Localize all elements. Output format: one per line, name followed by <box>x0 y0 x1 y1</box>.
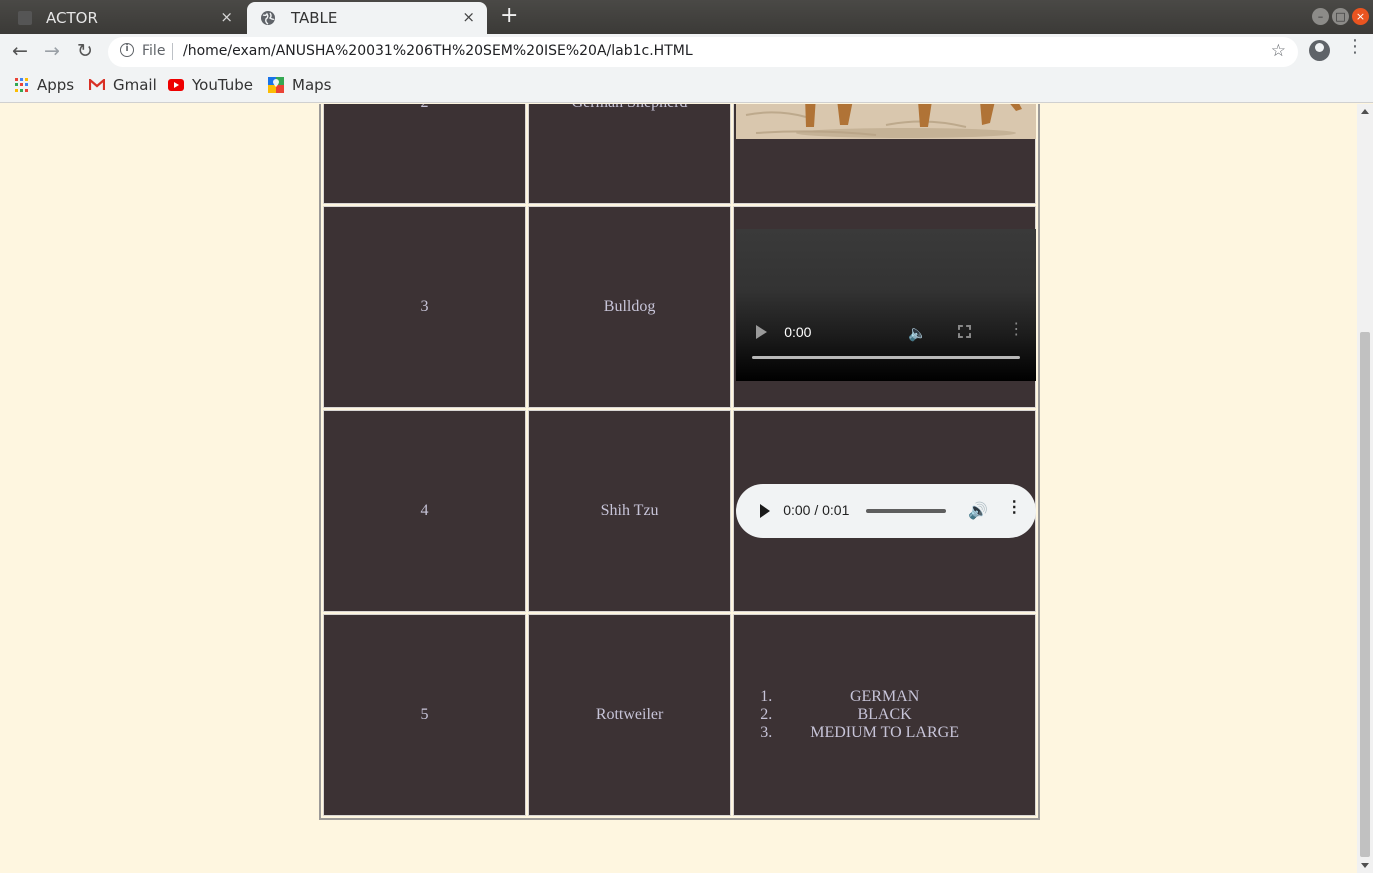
tab-close-icon[interactable]: × <box>220 8 233 26</box>
table-row: 2 German Shepherd <box>323 104 1037 204</box>
traits-list: 1. GERMAN 2. BLACK 3. MEDIUM TO LARGE <box>734 688 1035 742</box>
bookmark-youtube[interactable]: YouTube <box>168 76 253 94</box>
more-options-icon[interactable]: ⋮ <box>1008 322 1024 338</box>
play-icon[interactable] <box>760 504 771 518</box>
breed-name: Rottweiler <box>527 614 732 816</box>
list-text: GERMAN <box>849 688 920 705</box>
list-item: 1. GERMAN <box>734 688 1035 706</box>
back-icon[interactable]: ← <box>12 40 28 62</box>
breed-name: Shih Tzu <box>527 410 732 612</box>
row-number: 2 <box>323 104 526 204</box>
globe-icon <box>261 11 275 25</box>
dog-photo <box>736 104 1037 139</box>
forward-icon[interactable]: → <box>44 40 60 62</box>
bookmark-label: Apps <box>37 76 75 94</box>
dog-table: 2 German Shepherd <box>319 104 1040 820</box>
divider <box>172 43 173 60</box>
video-player[interactable]: 0:00 🔈 ⋮ <box>736 229 1037 381</box>
list-text: BLACK <box>857 706 912 723</box>
table-row: 5 Rottweiler 1. GERMAN 2. BLACK 3. MEDIU… <box>323 614 1036 816</box>
tab-label: TABLE <box>291 9 338 27</box>
apps-icon <box>15 78 29 92</box>
audio-time: 0:00 / 0:01 <box>783 502 850 518</box>
volume-icon[interactable]: 🔊 <box>968 501 988 521</box>
play-icon[interactable] <box>756 325 768 339</box>
list-number: 2. <box>760 706 773 723</box>
list-item: 2. BLACK <box>734 706 1035 724</box>
row-number: 5 <box>323 614 526 816</box>
video-progress-bar[interactable] <box>752 356 1021 359</box>
list-number: 3. <box>760 724 773 741</box>
more-options-icon[interactable]: ⋮ <box>1006 500 1022 516</box>
list-number: 1. <box>760 688 773 705</box>
reload-icon[interactable]: ↻ <box>77 40 93 62</box>
scheme-label: File <box>142 43 166 59</box>
info-icon[interactable]: i <box>120 43 134 57</box>
close-window-icon[interactable]: × <box>1352 8 1369 25</box>
bookmark-label: YouTube <box>192 76 253 94</box>
bookmark-maps[interactable]: Maps <box>268 76 331 94</box>
table-row: 4 Shih Tzu 0:00 / 0:01 🔊 ⋮ <box>323 410 1037 612</box>
tab-actor[interactable]: ACTOR × <box>2 2 245 34</box>
row-number: 3 <box>323 206 526 408</box>
url-text[interactable]: /home/exam/ANUSHA%20031%206TH%20SEM%20IS… <box>183 43 693 59</box>
minimize-icon[interactable]: – <box>1312 8 1329 25</box>
tab-favicon <box>18 11 32 25</box>
video-time: 0:00 <box>784 324 812 340</box>
window-controls: – □ × <box>1312 8 1369 25</box>
bookmark-apps[interactable]: Apps <box>15 76 74 94</box>
bookmark-gmail[interactable]: Gmail <box>89 76 157 94</box>
toolbar: ← → ↻ i File /home/exam/ANUSHA%20031%206… <box>0 34 1373 70</box>
scroll-up-icon[interactable] <box>1361 109 1369 114</box>
tab-label: ACTOR <box>46 9 98 27</box>
media-cell: 0:00 🔈 ⋮ <box>733 206 1037 408</box>
page-viewport: 2 German Shepherd <box>0 104 1357 873</box>
media-cell <box>733 104 1037 204</box>
list-text: MEDIUM TO LARGE <box>810 724 959 741</box>
media-cell: 1. GERMAN 2. BLACK 3. MEDIUM TO LARGE <box>733 614 1036 816</box>
maps-icon <box>268 77 284 93</box>
bookmarks-bar: Apps Gmail YouTube Maps <box>0 70 1373 103</box>
vertical-scrollbar[interactable] <box>1357 104 1373 873</box>
row-number: 4 <box>323 410 526 612</box>
bookmark-label: Gmail <box>113 76 157 94</box>
tab-strip: ACTOR × TABLE × + – □ × <box>0 0 1373 34</box>
audio-player[interactable]: 0:00 / 0:01 🔊 ⋮ <box>736 484 1037 538</box>
bookmark-star-icon[interactable]: ☆ <box>1271 41 1286 61</box>
youtube-icon <box>168 79 184 91</box>
scroll-down-icon[interactable] <box>1361 863 1369 868</box>
bookmark-label: Maps <box>292 76 332 94</box>
tab-table[interactable]: TABLE × <box>247 2 487 34</box>
fullscreen-icon[interactable] <box>958 325 972 338</box>
maximize-icon[interactable]: □ <box>1332 8 1349 25</box>
audio-progress-bar[interactable] <box>866 509 947 513</box>
volume-icon[interactable]: 🔈 <box>908 324 927 343</box>
gmail-icon <box>89 79 105 90</box>
media-cell: 0:00 / 0:01 🔊 ⋮ <box>733 410 1037 612</box>
table-row: 3 Bulldog 0:00 🔈 ⋮ <box>323 206 1037 408</box>
list-item: 3. MEDIUM TO LARGE <box>734 724 1035 742</box>
scroll-thumb[interactable] <box>1360 332 1370 857</box>
new-tab-icon[interactable]: + <box>500 5 518 27</box>
breed-name: German Shepherd <box>527 104 732 204</box>
menu-icon[interactable]: ⋮ <box>1346 38 1364 56</box>
account-icon[interactable] <box>1309 40 1330 61</box>
address-bar[interactable]: i File /home/exam/ANUSHA%20031%206TH%20S… <box>108 37 1298 67</box>
breed-name: Bulldog <box>527 206 732 408</box>
tab-close-icon[interactable]: × <box>462 8 475 26</box>
